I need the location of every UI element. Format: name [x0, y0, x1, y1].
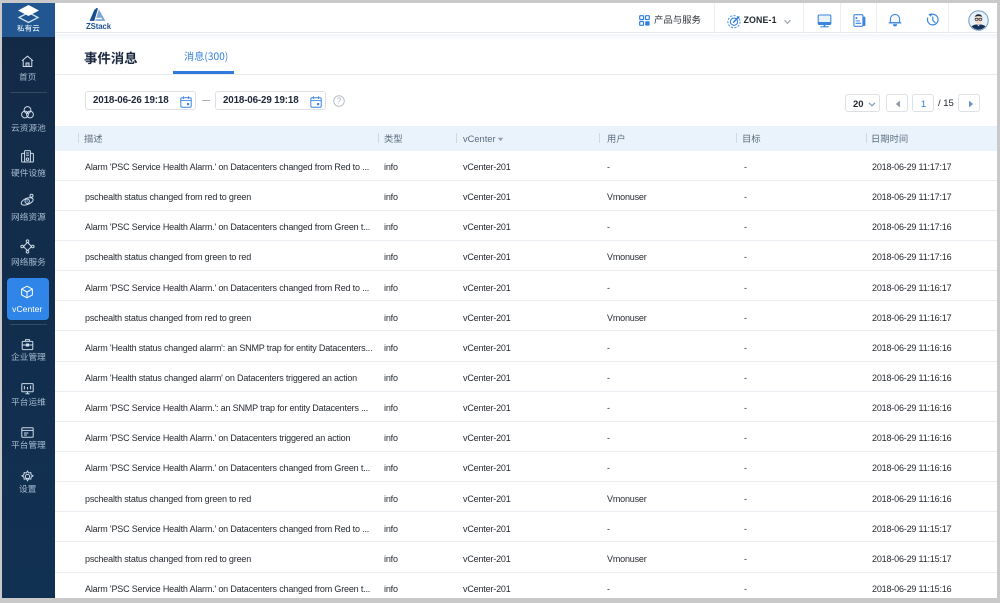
- svg-text:?: ?: [337, 97, 342, 106]
